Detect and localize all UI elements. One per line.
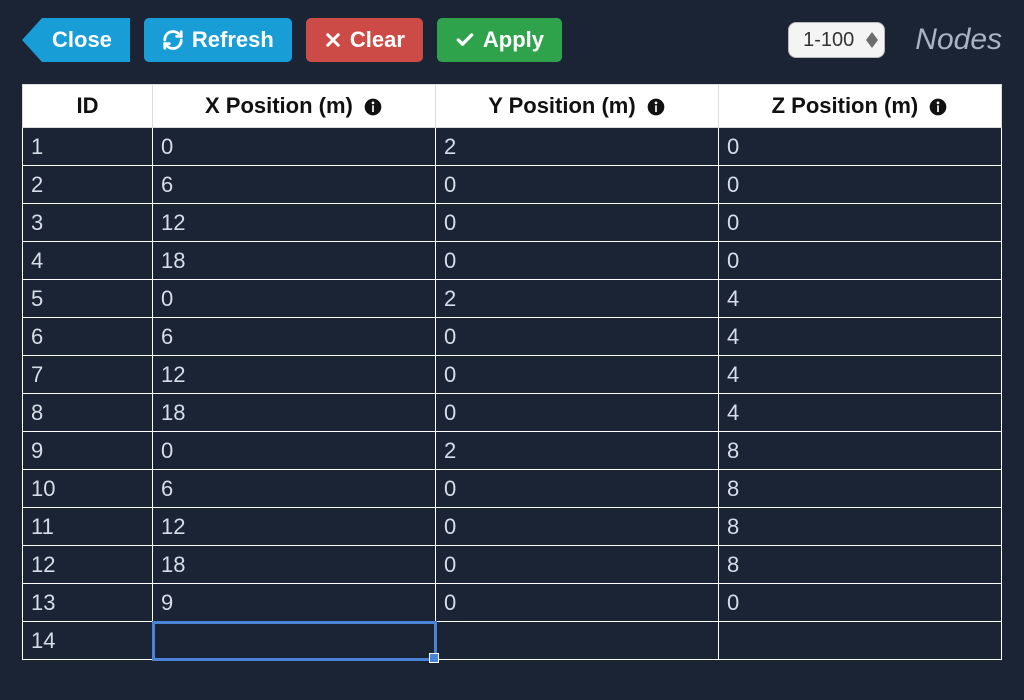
toolbar: Close Refresh Clear [22, 18, 1002, 62]
cell-id[interactable]: 1 [23, 128, 153, 166]
cell-z[interactable]: 0 [719, 204, 1002, 242]
cell-x[interactable]: 6 [153, 470, 436, 508]
apply-button-label: Apply [483, 27, 544, 53]
table-row: 5024 [23, 280, 1002, 318]
col-header-x[interactable]: X Position (m) [153, 85, 436, 128]
col-header-id-label: ID [77, 93, 99, 118]
cell-x[interactable]: 6 [153, 318, 436, 356]
cell-y[interactable]: 2 [436, 280, 719, 318]
cell-z[interactable]: 4 [719, 318, 1002, 356]
col-header-y[interactable]: Y Position (m) [436, 85, 719, 128]
table-row: 10608 [23, 470, 1002, 508]
cell-x[interactable]: 18 [153, 546, 436, 584]
cell-z[interactable]: 8 [719, 470, 1002, 508]
panel-title: Nodes [915, 23, 1002, 57]
table-row: 111208 [23, 508, 1002, 546]
cell-id[interactable]: 9 [23, 432, 153, 470]
cell-y[interactable]: 0 [436, 166, 719, 204]
cell-x[interactable]: 6 [153, 166, 436, 204]
cell-y[interactable] [436, 622, 719, 660]
table-row: 31200 [23, 204, 1002, 242]
row-range-label: 1-100 [803, 29, 854, 52]
check-icon [455, 30, 475, 50]
cell-z[interactable]: 0 [719, 242, 1002, 280]
info-icon[interactable] [363, 97, 383, 117]
cell-x[interactable]: 0 [153, 432, 436, 470]
refresh-button-label: Refresh [192, 27, 274, 53]
table-row: 9028 [23, 432, 1002, 470]
cell-y[interactable]: 0 [436, 508, 719, 546]
clear-button-label: Clear [350, 27, 405, 53]
cell-y[interactable]: 0 [436, 356, 719, 394]
table-row: 14 [23, 622, 1002, 660]
col-header-x-label: X Position (m) [205, 93, 353, 118]
table-row: 71204 [23, 356, 1002, 394]
table-row: 1020 [23, 128, 1002, 166]
cell-x[interactable]: 0 [153, 128, 436, 166]
x-icon [324, 31, 342, 49]
spinner-icon [866, 32, 878, 48]
cell-z[interactable]: 8 [719, 546, 1002, 584]
cell-x[interactable]: 0 [153, 280, 436, 318]
cell-y[interactable]: 0 [436, 470, 719, 508]
col-header-y-label: Y Position (m) [488, 93, 636, 118]
cell-id[interactable]: 12 [23, 546, 153, 584]
close-button[interactable]: Close [42, 18, 130, 62]
cell-z[interactable]: 0 [719, 166, 1002, 204]
close-button-label: Close [52, 27, 112, 53]
cell-y[interactable]: 0 [436, 584, 719, 622]
cell-x[interactable]: 12 [153, 204, 436, 242]
cell-z[interactable]: 0 [719, 584, 1002, 622]
cell-id[interactable]: 8 [23, 394, 153, 432]
cell-id[interactable]: 11 [23, 508, 153, 546]
table-row: 121808 [23, 546, 1002, 584]
table-row: 6604 [23, 318, 1002, 356]
refresh-icon [162, 29, 184, 51]
cell-z[interactable]: 8 [719, 432, 1002, 470]
cell-x[interactable]: 12 [153, 356, 436, 394]
table-row: 13900 [23, 584, 1002, 622]
cell-y[interactable]: 2 [436, 432, 719, 470]
cell-id[interactable]: 4 [23, 242, 153, 280]
cell-z[interactable] [719, 622, 1002, 660]
table-row: 2600 [23, 166, 1002, 204]
col-header-z-label: Z Position (m) [772, 93, 919, 118]
col-header-z[interactable]: Z Position (m) [719, 85, 1002, 128]
info-icon[interactable] [928, 97, 948, 117]
table-row: 41800 [23, 242, 1002, 280]
row-range-select[interactable]: 1-100 [788, 22, 885, 58]
cell-z[interactable]: 8 [719, 508, 1002, 546]
cell-y[interactable]: 0 [436, 546, 719, 584]
cell-id[interactable]: 2 [23, 166, 153, 204]
info-icon[interactable] [646, 97, 666, 117]
cell-x[interactable]: 18 [153, 394, 436, 432]
cell-id[interactable]: 13 [23, 584, 153, 622]
cell-y[interactable]: 0 [436, 394, 719, 432]
cell-id[interactable]: 3 [23, 204, 153, 242]
cell-x[interactable]: 9 [153, 584, 436, 622]
cell-y[interactable]: 2 [436, 128, 719, 166]
cell-z[interactable]: 4 [719, 280, 1002, 318]
cell-id[interactable]: 14 [23, 622, 153, 660]
cell-id[interactable]: 10 [23, 470, 153, 508]
cell-y[interactable]: 0 [436, 242, 719, 280]
cell-z[interactable]: 4 [719, 394, 1002, 432]
cell-z[interactable]: 4 [719, 356, 1002, 394]
nodes-table: ID X Position (m) Y Position (m) Z Posit… [22, 84, 1002, 660]
cell-x[interactable]: 12 [153, 508, 436, 546]
cell-y[interactable]: 0 [436, 318, 719, 356]
table-row: 81804 [23, 394, 1002, 432]
cell-y[interactable]: 0 [436, 204, 719, 242]
cell-id[interactable]: 5 [23, 280, 153, 318]
cell-z[interactable]: 0 [719, 128, 1002, 166]
refresh-button[interactable]: Refresh [144, 18, 292, 62]
apply-button[interactable]: Apply [437, 18, 562, 62]
clear-button[interactable]: Clear [306, 18, 423, 62]
col-header-id[interactable]: ID [23, 85, 153, 128]
cell-x[interactable] [153, 622, 436, 660]
cell-id[interactable]: 7 [23, 356, 153, 394]
cell-id[interactable]: 6 [23, 318, 153, 356]
cell-x[interactable]: 18 [153, 242, 436, 280]
